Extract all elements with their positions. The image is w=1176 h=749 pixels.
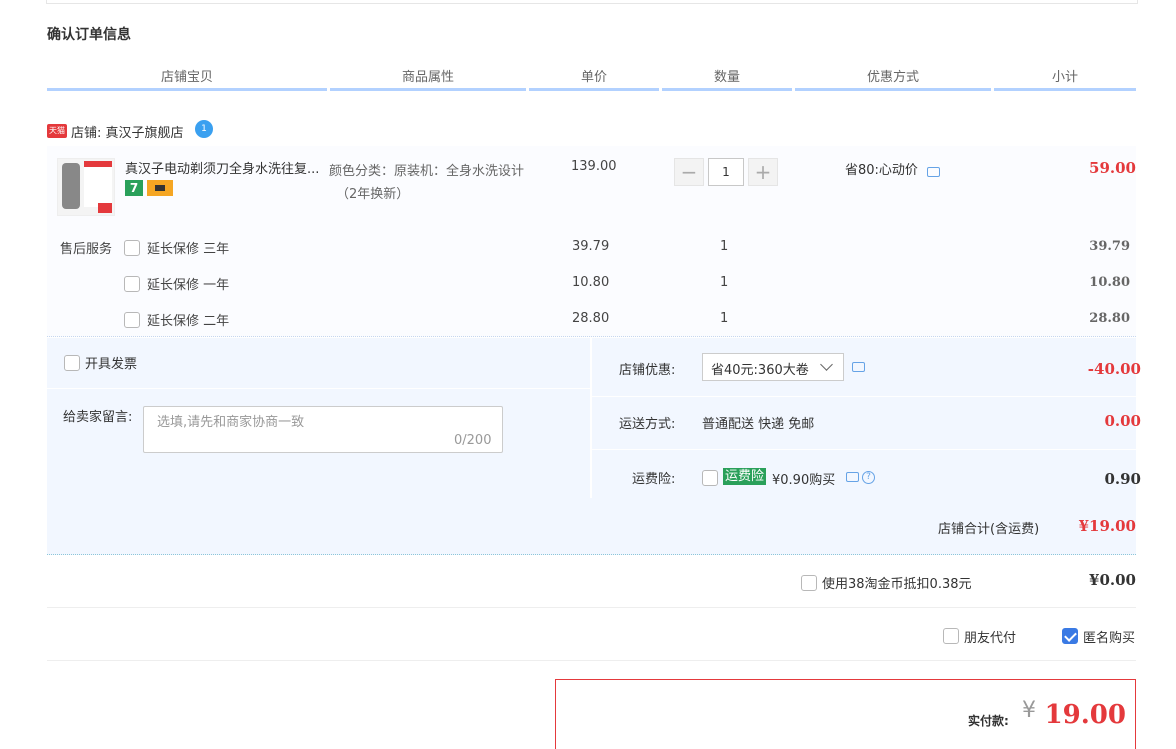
coins-label: 使用38淘金币抵扣0.38元: [822, 577, 972, 592]
section-title: 确认订单信息: [47, 27, 131, 43]
warranty-3yr-checkbox[interactable]: [124, 240, 140, 256]
warranty-2yr-price: 28.80: [572, 311, 610, 326]
warranty-2yr-subtotal: 28.80: [1089, 311, 1130, 326]
warranty-2yr-label: 延长保修 二年: [147, 314, 230, 329]
invoice-checkbox[interactable]: [64, 355, 80, 371]
shipping-label: 运送方式:: [619, 417, 676, 432]
divider: [47, 388, 590, 389]
divider: [47, 607, 1136, 608]
insurance-desc: ¥0.90购买: [772, 473, 836, 488]
warranty-2yr-qty: 1: [720, 311, 729, 326]
invoice-label: 开具发票: [85, 357, 138, 372]
col-header-item: 店铺宝贝: [47, 66, 327, 91]
col-header-attr: 商品属性: [330, 66, 526, 91]
shaver-image: [62, 163, 80, 209]
coins-checkbox[interactable]: [801, 575, 817, 591]
quantity-stepper: − 1 +: [674, 158, 778, 186]
insurance-checkbox[interactable]: [702, 470, 718, 486]
shipping-amount: 0.00: [1104, 412, 1141, 430]
insurance-chat-icon[interactable]: [846, 472, 859, 482]
warranty-1yr-subtotal: 10.80: [1089, 275, 1130, 290]
divider: [47, 660, 1136, 661]
col-header-discount: 优惠方式: [795, 66, 991, 91]
insurance-tag: 运费险: [723, 468, 767, 485]
seven-day-return-icon: 7: [125, 180, 143, 196]
currency-symbol: ¥: [1022, 698, 1036, 723]
message-label: 给卖家留言:: [63, 410, 133, 425]
anonymous-label: 匿名购买: [1083, 631, 1136, 646]
warranty-1yr-label: 延长保修 一年: [147, 278, 230, 293]
credit-card-icon: [147, 180, 173, 196]
product-attribute: 颜色分类：原装机：全身水洗设计: [329, 164, 525, 179]
payment-label: 实付款:: [968, 714, 1009, 728]
product-attribute-extra: （2年换新）: [336, 187, 410, 202]
shop-discount-label: 店铺优惠:: [619, 363, 676, 378]
item-subtotal: 59.00: [1089, 159, 1136, 177]
message-counter: 0/200: [454, 433, 492, 448]
warranty-3yr-price: 39.79: [572, 239, 610, 254]
shipping-method: 普通配送 快递 免邮: [702, 417, 815, 432]
warranty-3yr-label: 延长保修 三年: [147, 242, 230, 257]
col-header-subtotal: 小计: [994, 66, 1136, 91]
divider: [590, 338, 592, 498]
wangwang-chat-icon[interactable]: 1: [195, 120, 213, 138]
red-tag: [98, 203, 112, 213]
warranty-2yr-checkbox[interactable]: [124, 312, 140, 328]
warranty-3yr-subtotal: 39.79: [1089, 239, 1130, 254]
payment-amount: 19.00: [1044, 700, 1126, 730]
divider: [592, 449, 1136, 450]
divider: [592, 396, 1136, 397]
product-thumbnail[interactable]: [57, 158, 115, 216]
shop-discount-amount: -40.00: [1087, 360, 1141, 378]
insurance-amount: 0.90: [1104, 470, 1141, 488]
warranty-1yr-price: 10.80: [572, 275, 610, 290]
unit-price: 139.00: [571, 159, 617, 174]
discount-info-icon[interactable]: [852, 362, 865, 372]
warranty-1yr-qty: 1: [720, 275, 729, 290]
shop-discount-value: 省40元:360大卷: [711, 363, 809, 378]
discount-text: 省80:心动价: [845, 163, 918, 178]
coins-amount: ¥0.00: [1089, 571, 1136, 589]
col-header-price: 单价: [529, 66, 659, 91]
friend-pay-label: 朋友代付: [964, 631, 1017, 646]
friend-pay-checkbox[interactable]: [943, 628, 959, 644]
warranty-1yr-checkbox[interactable]: [124, 276, 140, 292]
warranty-3yr-qty: 1: [720, 239, 729, 254]
increase-button[interactable]: +: [748, 158, 778, 186]
top-frame-edge: [46, 0, 1138, 4]
promo-card: [84, 161, 112, 207]
message-placeholder: 选填,请先和商家协商一致: [157, 415, 305, 430]
shop-total-label: 店铺合计(含运费): [938, 522, 1040, 537]
tmall-badge: 天猫: [47, 124, 67, 138]
discount-info-icon[interactable]: [927, 167, 940, 177]
decrease-button[interactable]: −: [674, 158, 704, 186]
quantity-input[interactable]: 1: [708, 158, 744, 186]
anonymous-checkbox[interactable]: [1062, 628, 1078, 644]
shop-name-link[interactable]: 店铺: 真汉子旗舰店: [71, 122, 184, 141]
after-sales-label: 售后服务: [60, 242, 113, 257]
product-title-link[interactable]: 真汉子电动剃须刀全身水洗往复...: [125, 158, 325, 177]
col-header-qty: 数量: [662, 66, 792, 91]
shop-total-amount: ¥19.00: [1078, 517, 1136, 535]
insurance-label: 运费险:: [632, 472, 676, 487]
help-icon[interactable]: ?: [862, 471, 875, 484]
